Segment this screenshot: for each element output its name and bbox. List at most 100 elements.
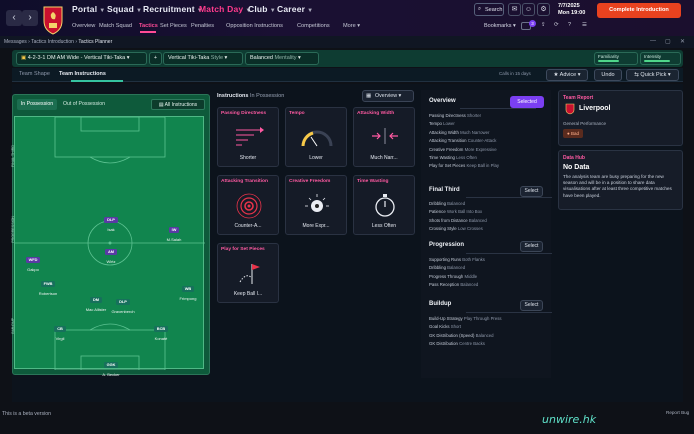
overview-row: Build-Up Strategy Play Through Press (429, 316, 502, 321)
bookmarks-menu[interactable]: Bookmarks ▾ (484, 23, 516, 29)
overview-row-label: Progress Through (429, 273, 464, 279)
undo-button[interactable]: Undo (594, 69, 622, 81)
select-button[interactable]: Select (520, 186, 543, 197)
overview-divider (460, 108, 536, 109)
data-hub-text: The analysis team are busy preparing for… (563, 174, 672, 198)
player-left-back[interactable]: FWB Robertson (30, 272, 66, 296)
player-attacking-mid[interactable]: AM Wirtz (93, 240, 129, 264)
nav-recruitment[interactable]: Recruitment ▼ (143, 4, 203, 14)
overview-row-label: Passing Directness (429, 113, 466, 118)
overview-row-label: Play for Set Pieces (429, 163, 466, 169)
overview-row-value: Less Often (456, 155, 477, 160)
overview-row: Time Wasting Less Often (429, 155, 477, 160)
card-play-for-set-pieces[interactable]: Play for Set Pieces Keep Ball I... (217, 243, 279, 303)
subnav-set-pieces[interactable]: Set Pieces (160, 23, 187, 29)
overview-row-label: Build-Up Strategy (429, 316, 463, 321)
tab-active-underline (71, 80, 123, 82)
card-attacking-transition[interactable]: Attacking Transition Counter-A... (217, 175, 279, 235)
familiarity-fill (598, 60, 619, 62)
share-icon[interactable]: ⇪ (541, 22, 546, 28)
subnav-penalties[interactable]: Penalties (191, 23, 214, 29)
subnav-opposition[interactable]: Opposition Instructions (226, 23, 283, 29)
game-date[interactable]: 7/7/2025 Mon 19:00 (558, 3, 585, 17)
breadcrumb-tactics-intro[interactable]: Tactics Introduction (31, 39, 74, 45)
list-icon: ▤ (158, 102, 164, 108)
overview-row: Creative Freedom More Expressive (429, 147, 497, 152)
formation-select[interactable]: ▣ 4-2-3-1 DM AM Wide - Vertical Tiki-Tak… (16, 52, 147, 65)
data-hub-card[interactable]: Data Hub No Data The analysis team are b… (558, 150, 683, 210)
player-goalkeeper[interactable]: GGK A. Becker (93, 353, 129, 377)
tab-team-shape[interactable]: Team Shape (19, 71, 50, 77)
select-button[interactable]: Select (520, 241, 543, 252)
nav-career[interactable]: Career ▼ (277, 4, 313, 14)
overview-group-title: Final Third (429, 187, 460, 193)
card-passing-directness[interactable]: Passing Directness Shorter (217, 107, 279, 167)
subnav-more[interactable]: More ▾ (343, 23, 360, 29)
mentality-select[interactable]: Balanced Mentality ▾ (245, 52, 319, 65)
card-creative-freedom[interactable]: Creative Freedom More Expr... (285, 175, 347, 235)
subnav-match-squad[interactable]: Match Squad (99, 23, 132, 29)
advice-button[interactable]: ★ Advice ▾ (546, 69, 588, 81)
overview-row-label: Tempo (429, 121, 442, 127)
search-icon: ⌕ (478, 6, 482, 12)
nav-club[interactable]: Club ▼ (248, 4, 276, 14)
overview-row-label: Crossing Style (429, 226, 457, 232)
all-instructions-button[interactable]: ▤ All Instructions (151, 99, 205, 110)
social-icon[interactable]: ☺ (522, 3, 535, 16)
select-button[interactable]: Select (520, 300, 543, 311)
player-left-wing[interactable]: WFD Gakpo (15, 248, 51, 272)
add-tactic-button[interactable]: + (149, 52, 162, 65)
minimize-icon[interactable]: — (650, 38, 656, 44)
tactic-bar: ▣ 4-2-3-1 DM AM Wide - Vertical Tiki-Tak… (12, 50, 683, 67)
nav-squad[interactable]: Squad ▼ (107, 4, 142, 14)
tab-out-of-possession[interactable]: Out of Possession (59, 99, 109, 110)
restore-icon[interactable]: ▢ (665, 38, 671, 45)
continue-button[interactable]: Complete Introduction (597, 3, 681, 18)
forward-icon[interactable]: › (22, 10, 38, 26)
style-select[interactable]: Vertical Tiki-Taka Style ▾ (163, 52, 243, 65)
subnav-overview[interactable]: Overview (72, 23, 95, 29)
overview-row-label: Dribbling (429, 265, 446, 271)
nav-portal[interactable]: Portal ▼ (72, 4, 105, 14)
card-time-wasting[interactable]: Time Wasting Less Often (353, 175, 415, 235)
player-left-cb[interactable]: CB Virgil (42, 317, 78, 341)
overview-row-value: Balanced (447, 265, 466, 271)
close-icon[interactable]: ✕ (680, 38, 685, 45)
familiarity-meter[interactable]: Familiarity (594, 52, 638, 65)
subnav-active-underline (140, 31, 156, 33)
overview-row: Goal Kicks Short (429, 324, 461, 329)
overview-dropdown[interactable]: ▦ Overview ▾ (362, 90, 414, 102)
club-crest-icon[interactable] (40, 3, 66, 35)
card-attacking-width[interactable]: Attacking Width Much Narr... (353, 107, 415, 167)
overview-divider (466, 253, 552, 254)
inbox-icon[interactable]: ✉ (508, 3, 521, 16)
overview-selected-badge[interactable]: Selected (510, 96, 544, 108)
player-striker[interactable]: DLP Isak (93, 208, 129, 232)
help-icon[interactable]: ? (568, 22, 571, 28)
menu-icon[interactable]: ☰ (582, 22, 587, 28)
settings-gear-icon[interactable]: ⚙ (537, 3, 550, 16)
player-central-mid[interactable]: DLP Gravenberch (105, 290, 141, 314)
overview-row: Patience Work Ball Into Box (429, 209, 482, 214)
nav-match-day[interactable]: Match Day ▼ (199, 4, 251, 14)
team-report-card[interactable]: Team Report Liverpool General Performanc… (558, 90, 683, 146)
back-icon[interactable]: ‹ (6, 10, 22, 26)
player-right-back[interactable]: WB Frimpong (170, 277, 206, 301)
player-right-wing[interactable]: IW M.Salah (156, 218, 192, 242)
tab-in-possession[interactable]: In Possession (17, 99, 57, 110)
refresh-icon[interactable]: ⟳ (554, 22, 559, 28)
subnav-tactics[interactable]: Tactics (139, 23, 158, 29)
beta-notice: This is a beta version (2, 411, 52, 417)
subnav-competitions[interactable]: Competitions (297, 23, 330, 29)
report-bug-link[interactable]: Report Bug (666, 410, 689, 415)
grid-icon: ▦ (366, 93, 372, 99)
player-right-cb[interactable]: BCB Konaté (143, 317, 179, 341)
search-button[interactable]: ⌕ Search (474, 3, 504, 16)
intensity-meter[interactable]: Intensity (640, 52, 681, 65)
club-crest-icon (565, 103, 575, 115)
card-tempo[interactable]: Tempo Lower (285, 107, 347, 167)
breadcrumb-messages[interactable]: Messages (4, 39, 27, 45)
overview-row-value: Both Flanks (462, 257, 485, 262)
quick-pick-button[interactable]: ⇆ Quick Pick ▾ (626, 69, 679, 81)
tab-team-instructions[interactable]: Team Instructions (59, 71, 106, 77)
